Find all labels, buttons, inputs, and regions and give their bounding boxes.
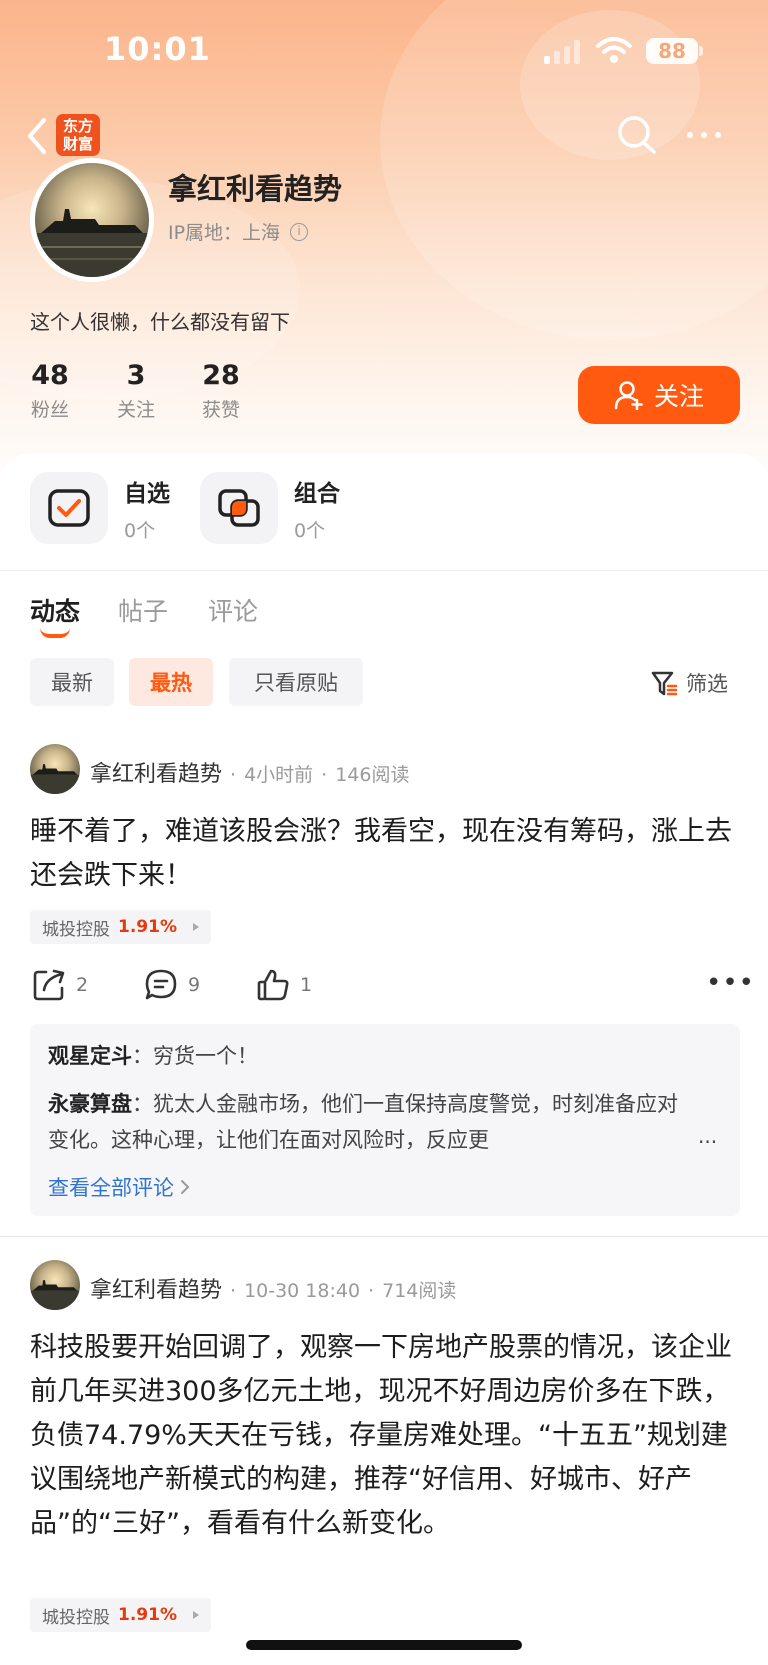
status-time: 10:01 xyxy=(104,30,211,68)
checkbox-icon xyxy=(48,489,90,527)
watchlist-text: 自选 0个 xyxy=(124,474,170,543)
profile-name: 拿红利看趋势 xyxy=(168,172,343,206)
stat-following[interactable]: 3 关注 xyxy=(101,360,171,422)
comment-user[interactable]: 永豪算盘 xyxy=(48,1092,132,1116)
view-all-label: 查看全部评论 xyxy=(48,1176,174,1200)
tile-count: 0个 xyxy=(124,519,156,542)
search-icon[interactable] xyxy=(616,114,658,156)
stat-value: 48 xyxy=(31,360,69,391)
stock-name: 城投控股 xyxy=(42,1607,110,1628)
post-avatar[interactable] xyxy=(30,744,80,794)
info-icon[interactable]: i xyxy=(290,222,309,241)
tab-posts[interactable]: 帖子 xyxy=(118,592,168,628)
share-count: 2 xyxy=(76,974,89,996)
thumbs-up-icon xyxy=(257,969,289,1001)
chip-hottest[interactable]: 最热 xyxy=(129,658,213,706)
more-icon[interactable] xyxy=(684,120,724,150)
avatar-image xyxy=(35,163,149,277)
tab-comments[interactable]: 评论 xyxy=(208,592,258,628)
watchlist-icon-tile xyxy=(30,472,108,544)
stock-change: 1.91% xyxy=(118,1605,177,1625)
divider xyxy=(0,570,768,571)
avatar[interactable] xyxy=(30,158,154,282)
like-count: 1 xyxy=(300,974,313,996)
stat-label: 粉丝 xyxy=(30,399,69,421)
share-button[interactable]: 2 xyxy=(32,968,88,1002)
home-indicator xyxy=(246,1640,522,1650)
portfolio-text: 组合 0个 xyxy=(294,474,340,543)
comment-preview[interactable]: 观星定斗：穷货一个！ 永豪算盘：犹太人金融市场，他们一直保持高度警觉，时刻准备应… xyxy=(30,1024,740,1216)
portfolio-tile[interactable]: 组合 0个 xyxy=(200,472,340,544)
comment-button[interactable]: 9 xyxy=(144,968,200,1002)
follow-label: 关注 xyxy=(653,382,704,411)
stat-followers[interactable]: 48 粉丝 xyxy=(15,360,85,422)
post-avatar[interactable] xyxy=(30,1260,80,1310)
comment-text: 穷货一个！ xyxy=(153,1044,258,1068)
post-time: 4小时前 xyxy=(244,764,314,786)
stat-value: 28 xyxy=(202,360,240,391)
avatar-image xyxy=(30,744,80,794)
post-reads: 146阅读 xyxy=(335,764,410,786)
share-icon xyxy=(33,969,65,1001)
tile-count: 0个 xyxy=(294,519,326,542)
post-time: 10-30 18:40 xyxy=(244,1280,361,1302)
filter-icon xyxy=(651,671,678,696)
view-all-comments-link[interactable]: 查看全部评论 xyxy=(48,1172,190,1202)
avatar-image xyxy=(30,1260,80,1310)
chevron-right-icon xyxy=(192,1611,199,1619)
filter-label: 筛选 xyxy=(686,672,728,696)
brand-logo: 东方 财富 xyxy=(56,114,100,156)
stat-value: 3 xyxy=(126,360,146,391)
follow-button[interactable]: 关注 xyxy=(578,366,740,424)
chip-original-only[interactable]: 只看原贴 xyxy=(229,658,363,706)
tile-title: 组合 xyxy=(294,480,340,507)
comment-item: 永豪算盘：犹太人金融市场，他们一直保持高度警觉，时刻准备应对变化。这种心理，让他… xyxy=(48,1092,678,1152)
post-divider xyxy=(0,1236,768,1237)
post-text[interactable]: 科技股要开始回调了，观察一下房地产股票的情况，该企业前几年买进300多亿元土地，… xyxy=(30,1326,740,1546)
ip-location: IP属地：上海 i xyxy=(168,218,309,245)
stock-tag[interactable]: 城投控股 1.91% xyxy=(30,1598,211,1632)
post-header: 拿红利看趋势 · 10-30 18:40 · 714阅读 xyxy=(90,1272,456,1304)
signal-icon xyxy=(544,40,580,64)
battery-indicator: 88 xyxy=(646,38,698,64)
comment-count: 9 xyxy=(188,974,201,996)
stat-label: 关注 xyxy=(116,399,155,421)
ip-location-text: IP属地：上海 xyxy=(168,222,281,244)
portfolio-icon-tile xyxy=(200,472,278,544)
post-author[interactable]: 拿红利看趋势 xyxy=(90,1272,222,1304)
filter-button[interactable]: 筛选 xyxy=(650,668,728,698)
tile-title: 自选 xyxy=(124,480,170,507)
tab-activity[interactable]: 动态 xyxy=(30,592,80,628)
bio-text: 这个人很懒，什么都没有留下 xyxy=(30,310,290,334)
stock-name: 城投控股 xyxy=(42,919,110,940)
comment-user[interactable]: 观星定斗 xyxy=(48,1044,132,1068)
back-icon[interactable] xyxy=(22,116,50,156)
comment-item: 观星定斗：穷货一个！ xyxy=(48,1044,258,1068)
post-reads: 714阅读 xyxy=(382,1280,457,1302)
post-text[interactable]: 睡不着了，难道该股会涨？我看空，现在没有筹码，涨上去还会跌下来！ xyxy=(30,810,740,898)
decorative-circle xyxy=(520,10,700,160)
stat-label: 获赞 xyxy=(201,399,240,421)
post-author[interactable]: 拿红利看趋势 xyxy=(90,756,222,788)
wifi-icon xyxy=(596,37,632,63)
post-header: 拿红利看趋势 · 4小时前 · 146阅读 xyxy=(90,756,409,788)
portfolio-icon xyxy=(218,489,260,527)
like-button[interactable]: 1 xyxy=(256,968,312,1002)
post-more-icon[interactable]: ••• xyxy=(706,968,755,998)
add-user-icon xyxy=(614,381,643,410)
stat-likes[interactable]: 28 获赞 xyxy=(186,360,256,422)
chevron-right-icon xyxy=(181,1180,190,1194)
stock-change: 1.91% xyxy=(118,917,177,937)
chip-latest[interactable]: 最新 xyxy=(30,658,114,706)
comment-icon xyxy=(145,969,177,1000)
battery-tip xyxy=(699,46,703,56)
ellipsis: ... xyxy=(698,1124,718,1148)
stock-tag[interactable]: 城投控股 1.91% xyxy=(30,910,211,944)
watchlist-tile[interactable]: 自选 0个 xyxy=(30,472,170,544)
chevron-right-icon xyxy=(192,923,199,931)
